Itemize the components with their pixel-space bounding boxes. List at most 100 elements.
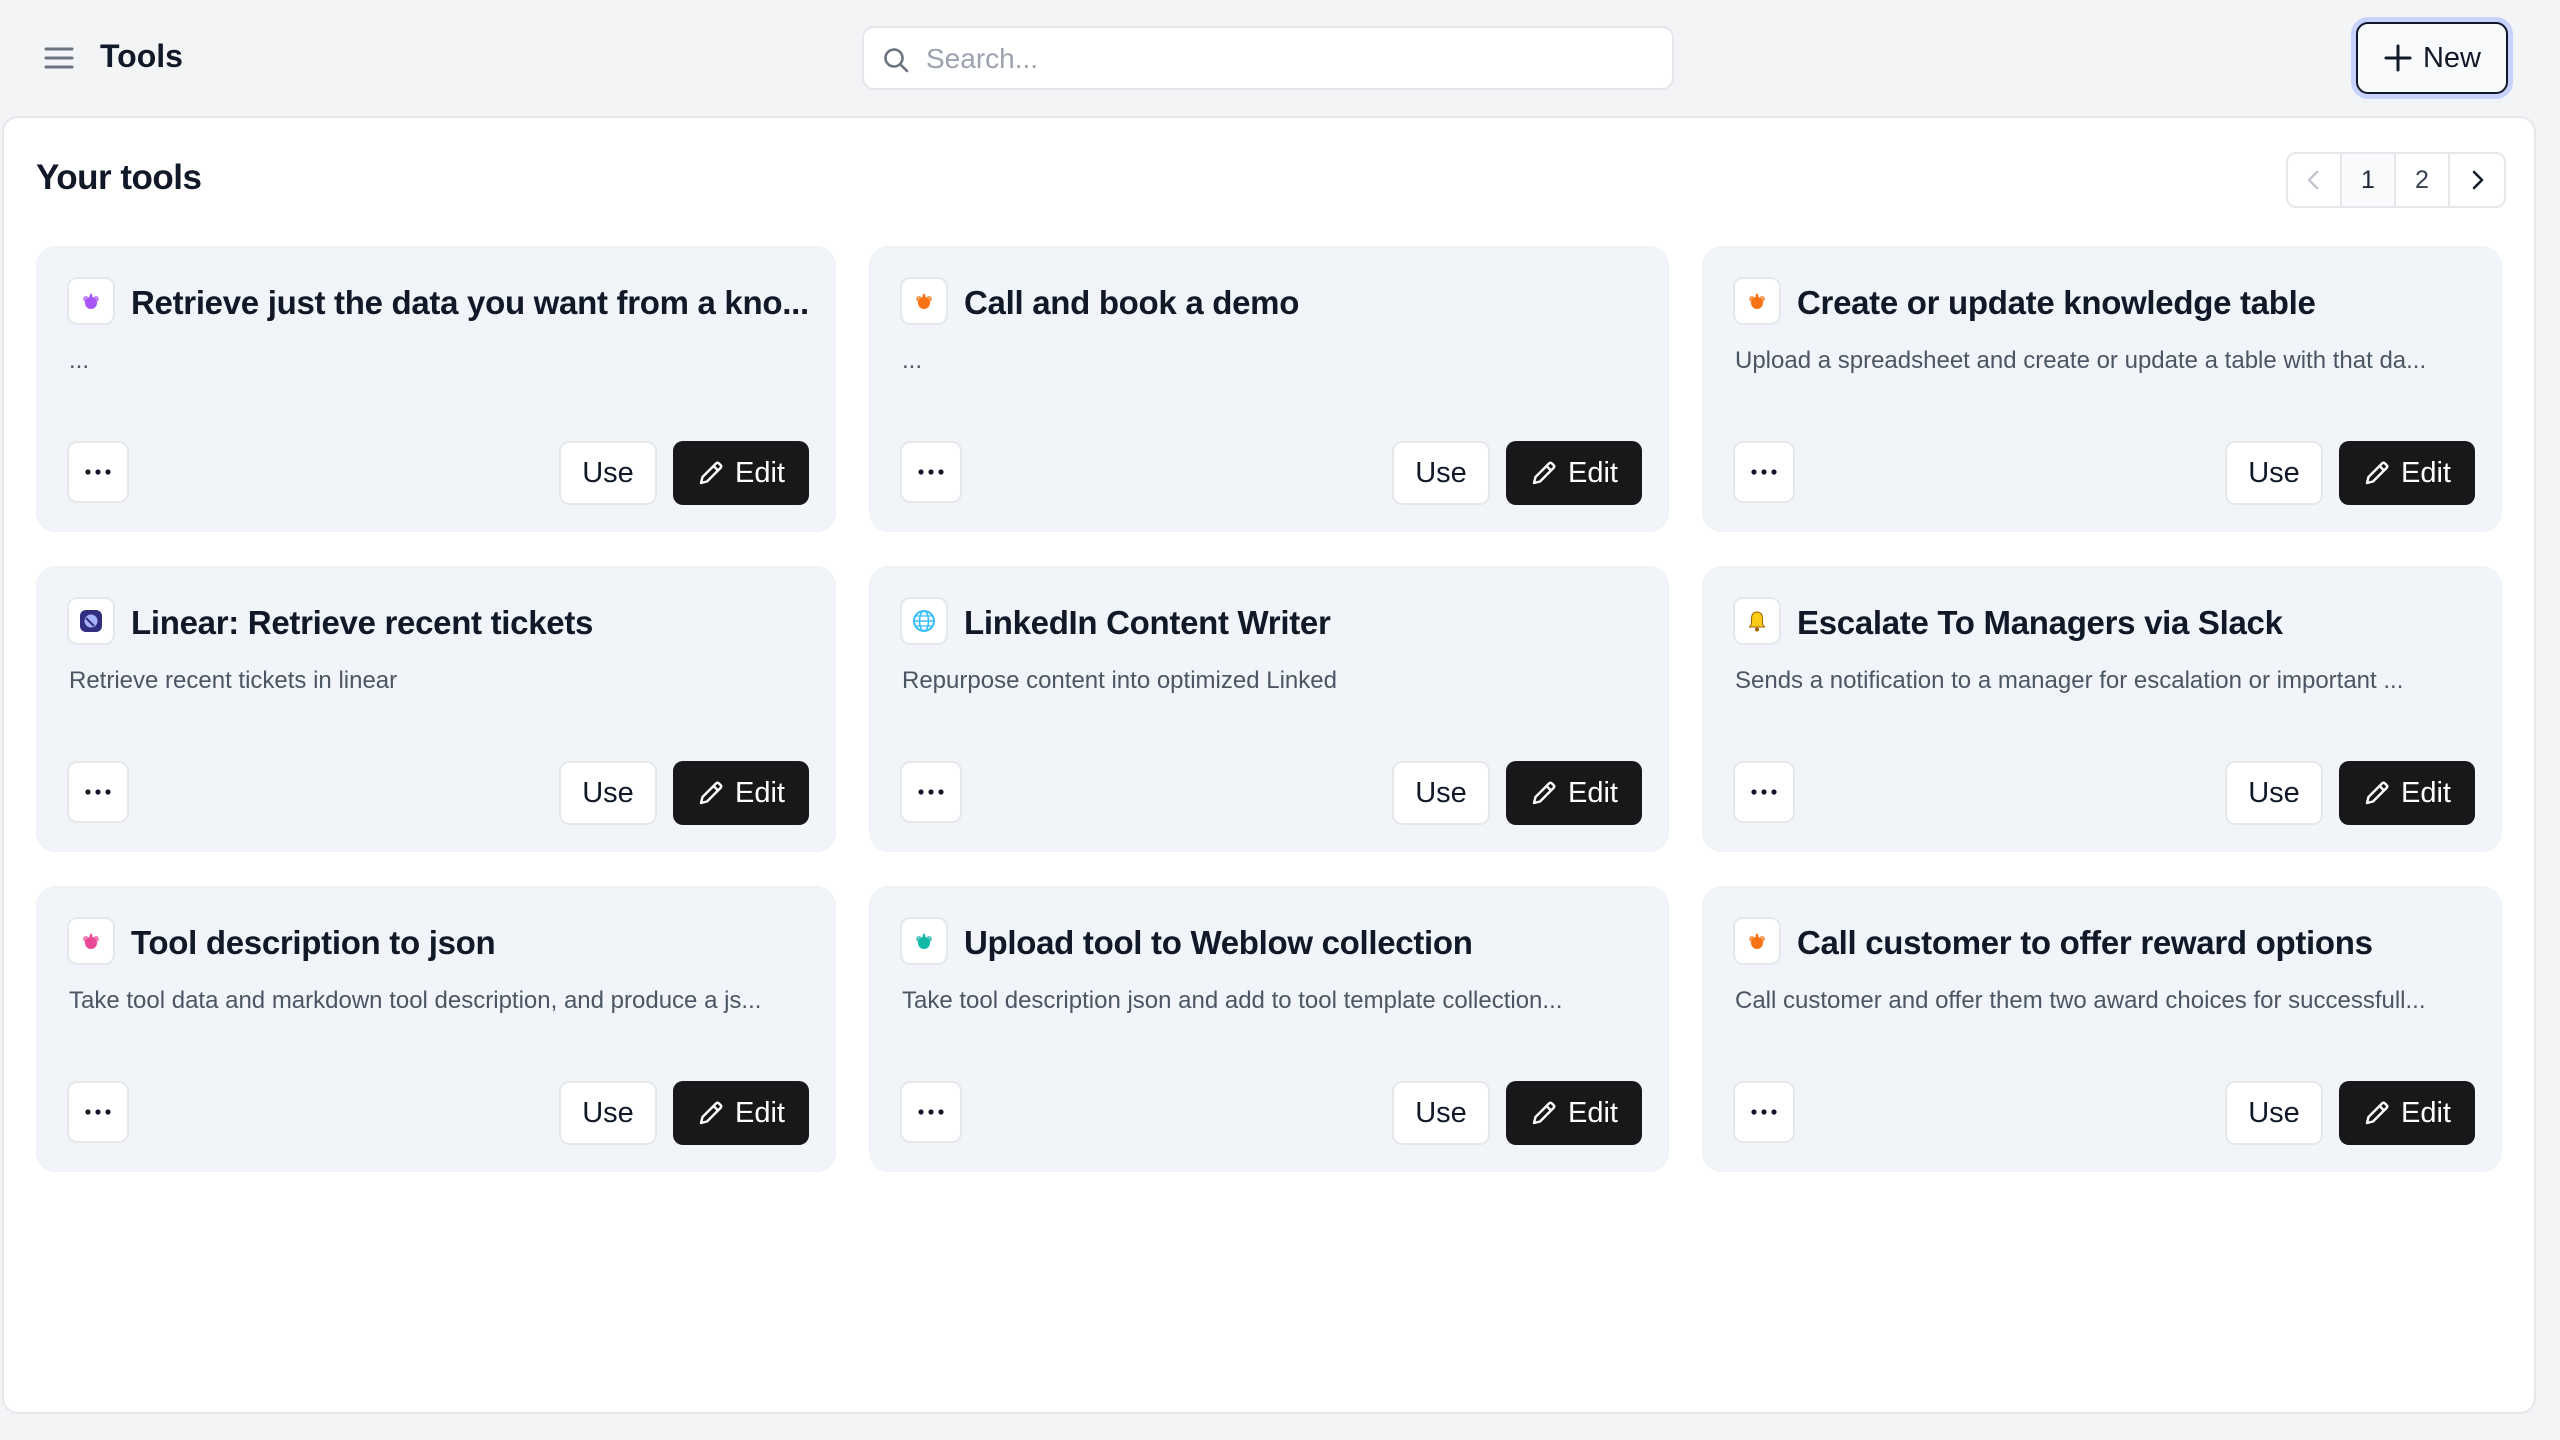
more-options-button[interactable] [1733, 1081, 1795, 1143]
more-dots-icon [85, 789, 111, 795]
more-dots-icon [1751, 469, 1777, 475]
page-1-button[interactable]: 1 [2342, 154, 2396, 206]
tool-card: Create or update knowledge table Upload … [1702, 246, 2502, 532]
more-dots-icon [918, 789, 944, 795]
tool-card: Call customer to offer reward options Ca… [1702, 886, 2502, 1172]
edit-label: Edit [2401, 456, 2451, 489]
use-button[interactable]: Use [559, 441, 657, 505]
edit-label: Edit [2401, 776, 2451, 809]
next-page-button[interactable] [2450, 154, 2504, 206]
globe-icon [913, 610, 935, 632]
tool-title: LinkedIn Content Writer [964, 604, 1331, 641]
tool-card: Tool description to json Take tool data … [36, 886, 836, 1172]
tool-card: Linear: Retrieve recent tickets Retrieve… [36, 566, 836, 852]
pencil-icon [699, 461, 723, 485]
pencil-icon [1532, 1101, 1556, 1125]
more-options-button[interactable] [67, 1081, 129, 1143]
edit-button[interactable]: Edit [1506, 761, 1642, 825]
new-tool-button[interactable]: New [2356, 22, 2508, 94]
more-options-button[interactable] [900, 1081, 962, 1143]
more-options-button[interactable] [1733, 761, 1795, 823]
more-dots-icon [1751, 789, 1777, 795]
pencil-icon [699, 1101, 723, 1125]
more-options-button[interactable] [900, 761, 962, 823]
plus-icon [2384, 44, 2412, 72]
use-button[interactable]: Use [2225, 441, 2323, 505]
edit-button[interactable]: Edit [2339, 1081, 2475, 1145]
use-button[interactable]: Use [1392, 441, 1490, 505]
tool-icon-box [67, 917, 115, 965]
edit-label: Edit [735, 1096, 785, 1129]
more-options-button[interactable] [67, 441, 129, 503]
pencil-icon [699, 781, 723, 805]
pencil-icon [1532, 781, 1556, 805]
edit-button[interactable]: Edit [1506, 1081, 1642, 1145]
bell-icon [1748, 611, 1766, 632]
orange-flower-icon [1749, 293, 1765, 309]
tool-title: Call and book a demo [964, 284, 1300, 321]
pencil-icon [2365, 781, 2389, 805]
tool-card: Escalate To Managers via Slack Sends a n… [1702, 566, 2502, 852]
use-button[interactable]: Use [1392, 761, 1490, 825]
use-button[interactable]: Use [2225, 761, 2323, 825]
edit-label: Edit [1568, 1096, 1618, 1129]
pencil-icon [2365, 1101, 2389, 1125]
edit-label: Edit [1568, 456, 1618, 489]
page-2-button[interactable]: 2 [2396, 154, 2450, 206]
pencil-icon [1532, 461, 1556, 485]
more-options-button[interactable] [900, 441, 962, 503]
tool-description: Retrieve recent tickets in linear [69, 667, 398, 694]
search-box[interactable] [862, 26, 1674, 90]
tool-card: Retrieve just the data you want from a k… [36, 246, 836, 532]
search-icon [884, 48, 909, 73]
page-title: Tools [100, 38, 183, 74]
section-title: Your tools [36, 158, 202, 197]
search-input[interactable] [926, 40, 1656, 78]
orange-flower-icon [916, 293, 932, 309]
tool-icon-box [900, 597, 948, 645]
orange-flower-icon [1749, 933, 1765, 949]
more-options-button[interactable] [67, 761, 129, 823]
edit-label: Edit [2401, 1096, 2451, 1129]
tool-description: Take tool description json and add to to… [902, 987, 1563, 1014]
tool-icon-box [1733, 277, 1781, 325]
edit-button[interactable]: Edit [673, 441, 809, 505]
use-button[interactable]: Use [559, 1081, 657, 1145]
more-dots-icon [918, 469, 944, 475]
prev-page-button[interactable] [2288, 154, 2342, 206]
edit-button[interactable]: Edit [673, 1081, 809, 1145]
use-button[interactable]: Use [2225, 1081, 2323, 1145]
more-dots-icon [85, 469, 111, 475]
tool-description: Repurpose content into optimized Linked [902, 667, 1337, 694]
tool-icon-box [900, 917, 948, 965]
purple-flower-icon [83, 293, 99, 309]
hamburger-menu-button[interactable] [40, 40, 80, 76]
new-button-label: New [2422, 41, 2481, 74]
edit-button[interactable]: Edit [2339, 761, 2475, 825]
tool-description: Sends a notification to a manager for es… [1735, 667, 2404, 694]
edit-label: Edit [1568, 776, 1618, 809]
chevron-right-icon [2472, 170, 2484, 190]
pagination: 1 2 [2286, 152, 2506, 208]
pencil-icon [2365, 461, 2389, 485]
tool-card: Call and book a demo ... Use Edit [869, 246, 1669, 532]
edit-button[interactable]: Edit [1506, 441, 1642, 505]
edit-button[interactable]: Edit [673, 761, 809, 825]
tool-card: Upload tool to Weblow collection Take to… [869, 886, 1669, 1172]
hamburger-icon [44, 47, 74, 69]
tool-icon-box [67, 597, 115, 645]
tool-title: Linear: Retrieve recent tickets [131, 604, 594, 641]
teal-flower-icon [916, 933, 932, 949]
tool-title: Create or update knowledge table [1797, 284, 2316, 321]
edit-label: Edit [735, 456, 785, 489]
use-button[interactable]: Use [559, 761, 657, 825]
pink-flower-icon [83, 933, 99, 949]
more-options-button[interactable] [1733, 441, 1795, 503]
main-panel: Your tools 1 2 Retrieve just the data yo… [2, 116, 2536, 1414]
linear-logo-icon [80, 610, 102, 632]
tool-description: Take tool data and markdown tool descrip… [69, 987, 762, 1014]
use-button[interactable]: Use [1392, 1081, 1490, 1145]
tool-title: Upload tool to Weblow collection [964, 924, 1473, 961]
tool-description: Upload a spreadsheet and create or updat… [1735, 347, 2427, 374]
edit-button[interactable]: Edit [2339, 441, 2475, 505]
